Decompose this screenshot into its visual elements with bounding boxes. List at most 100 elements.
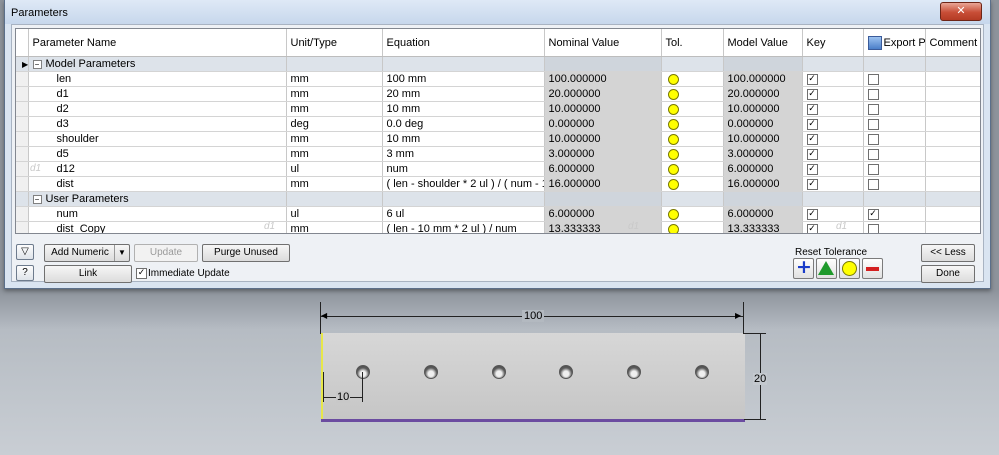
key-checkbox[interactable]: ✓ bbox=[806, 223, 818, 233]
parameter-row[interactable]: dist mm( len - shoulder * 2 ul ) / ( num … bbox=[16, 176, 980, 192]
comment-cell[interactable] bbox=[925, 161, 980, 177]
key-cell[interactable]: ✓ bbox=[802, 221, 864, 233]
equation-cell[interactable]: 0.0 deg bbox=[382, 116, 545, 132]
parameter-name-cell[interactable]: d2 bbox=[28, 101, 287, 117]
tolerance-lower-button[interactable] bbox=[862, 258, 883, 279]
update-button[interactable]: Update bbox=[134, 244, 198, 262]
row-selector[interactable]: ▶ bbox=[16, 56, 29, 72]
export-checkbox[interactable] bbox=[867, 178, 879, 190]
col-header-unit-type[interactable]: Unit/Type bbox=[286, 29, 383, 57]
tol-cell[interactable] bbox=[661, 206, 724, 222]
key-checkbox[interactable]: ✓ bbox=[806, 148, 818, 160]
tol-cell[interactable] bbox=[661, 116, 724, 132]
parameter-row[interactable]: len mm 100 mm 100.000000 100.000000 ✓ bbox=[16, 71, 980, 87]
parameter-name-cell[interactable]: d1 bbox=[28, 86, 287, 102]
key-checkbox[interactable]: ✓ bbox=[806, 103, 818, 115]
export-checkbox[interactable] bbox=[867, 88, 879, 100]
parameter-name-cell[interactable]: dist_Copy bbox=[28, 221, 287, 233]
parameter-name-cell[interactable]: d5 bbox=[28, 146, 287, 162]
key-checkbox[interactable]: ✓ bbox=[806, 208, 818, 220]
tol-cell[interactable] bbox=[661, 101, 724, 117]
equation-cell[interactable]: 10 mm bbox=[382, 101, 545, 117]
export-checkbox[interactable] bbox=[867, 118, 879, 130]
comment-cell[interactable] bbox=[925, 206, 980, 222]
export-checkbox[interactable] bbox=[867, 73, 879, 85]
export-cell[interactable] bbox=[863, 176, 926, 192]
collapse-icon[interactable]: − bbox=[32, 194, 42, 204]
tol-cell[interactable] bbox=[661, 131, 724, 147]
key-cell[interactable]: ✓ bbox=[802, 146, 864, 162]
export-cell[interactable] bbox=[863, 116, 926, 132]
row-selector[interactable] bbox=[16, 161, 29, 177]
tolerance-icon[interactable] bbox=[667, 148, 679, 160]
row-selector[interactable] bbox=[16, 101, 29, 117]
tolerance-icon[interactable] bbox=[667, 208, 679, 220]
dimension-offset-value[interactable]: 10 bbox=[336, 391, 351, 403]
tol-cell[interactable] bbox=[661, 71, 724, 87]
parameter-row[interactable]: d1 mm 20 mm 20.000000 20.000000 ✓ bbox=[16, 86, 980, 102]
unit-cell[interactable]: deg bbox=[286, 116, 383, 132]
tolerance-icon[interactable] bbox=[667, 88, 679, 100]
row-selector[interactable] bbox=[16, 146, 29, 162]
equation-cell[interactable]: 100 mm bbox=[382, 71, 545, 87]
parameter-name-cell[interactable]: dist bbox=[28, 176, 287, 192]
parameter-name-cell[interactable]: d12 bbox=[28, 161, 287, 177]
unit-cell[interactable]: mm bbox=[286, 86, 383, 102]
col-header-parameter-name[interactable]: Parameter Name bbox=[28, 29, 287, 57]
parameter-name-cell[interactable]: d3 bbox=[28, 116, 287, 132]
export-cell[interactable] bbox=[863, 161, 926, 177]
comment-cell[interactable] bbox=[925, 221, 980, 233]
equation-cell[interactable]: 3 mm bbox=[382, 146, 545, 162]
tolerance-icon[interactable] bbox=[667, 178, 679, 190]
hole[interactable] bbox=[356, 365, 370, 379]
key-checkbox[interactable]: ✓ bbox=[806, 163, 818, 175]
row-selector[interactable] bbox=[16, 191, 29, 207]
comment-cell[interactable] bbox=[925, 131, 980, 147]
tolerance-median-button[interactable] bbox=[816, 258, 837, 279]
group-name[interactable]: − Model Parameters bbox=[28, 56, 287, 72]
tol-cell[interactable] bbox=[661, 221, 724, 233]
parameter-row[interactable]: d12 ul num 6.000000 6.000000 ✓ bbox=[16, 161, 980, 177]
export-cell[interactable] bbox=[863, 221, 926, 233]
col-header-key[interactable]: Key bbox=[802, 29, 864, 57]
equation-cell[interactable]: 20 mm bbox=[382, 86, 545, 102]
parameter-name-cell[interactable]: num bbox=[28, 206, 287, 222]
export-cell[interactable] bbox=[863, 131, 926, 147]
key-checkbox[interactable]: ✓ bbox=[806, 88, 818, 100]
equation-cell[interactable]: ( len - 10 mm * 2 ul ) / num bbox=[382, 221, 545, 233]
help-button[interactable]: ? bbox=[16, 265, 34, 281]
tolerance-icon[interactable] bbox=[667, 118, 679, 130]
row-selector[interactable] bbox=[16, 116, 29, 132]
comment-cell[interactable] bbox=[925, 101, 980, 117]
row-selector[interactable] bbox=[16, 71, 29, 87]
unit-cell[interactable]: mm bbox=[286, 146, 383, 162]
key-cell[interactable]: ✓ bbox=[802, 86, 864, 102]
unit-cell[interactable]: mm bbox=[286, 71, 383, 87]
key-cell[interactable]: ✓ bbox=[802, 206, 864, 222]
key-cell[interactable]: ✓ bbox=[802, 116, 864, 132]
comment-cell[interactable] bbox=[925, 176, 980, 192]
key-cell[interactable]: ✓ bbox=[802, 71, 864, 87]
parameter-name-cell[interactable]: len bbox=[28, 71, 287, 87]
equation-cell[interactable]: 6 ul bbox=[382, 206, 545, 222]
parameter-name-cell[interactable]: shoulder bbox=[28, 131, 287, 147]
tolerance-icon[interactable] bbox=[667, 223, 679, 233]
unit-cell[interactable]: mm bbox=[286, 101, 383, 117]
tolerance-icon[interactable] bbox=[667, 73, 679, 85]
export-checkbox[interactable] bbox=[867, 148, 879, 160]
hole[interactable] bbox=[423, 365, 438, 379]
export-checkbox[interactable] bbox=[867, 223, 879, 233]
col-header-equation[interactable]: Equation bbox=[382, 29, 545, 57]
tolerance-icon[interactable] bbox=[667, 133, 679, 145]
key-checkbox[interactable]: ✓ bbox=[806, 118, 818, 130]
comment-cell[interactable] bbox=[925, 71, 980, 87]
title-bar[interactable]: Parameters ✕ bbox=[5, 0, 990, 24]
export-cell[interactable] bbox=[863, 101, 926, 117]
hole[interactable] bbox=[491, 365, 506, 379]
comment-cell[interactable] bbox=[925, 86, 980, 102]
col-header-nominal-value[interactable]: Nominal Value bbox=[544, 29, 662, 57]
dimension-height-value[interactable]: 20 bbox=[753, 373, 768, 385]
equation-cell[interactable]: 10 mm bbox=[382, 131, 545, 147]
parameter-row[interactable]: d3 deg 0.0 deg 0.000000 0.000000 ✓ bbox=[16, 116, 980, 132]
tolerance-icon[interactable] bbox=[667, 163, 679, 175]
